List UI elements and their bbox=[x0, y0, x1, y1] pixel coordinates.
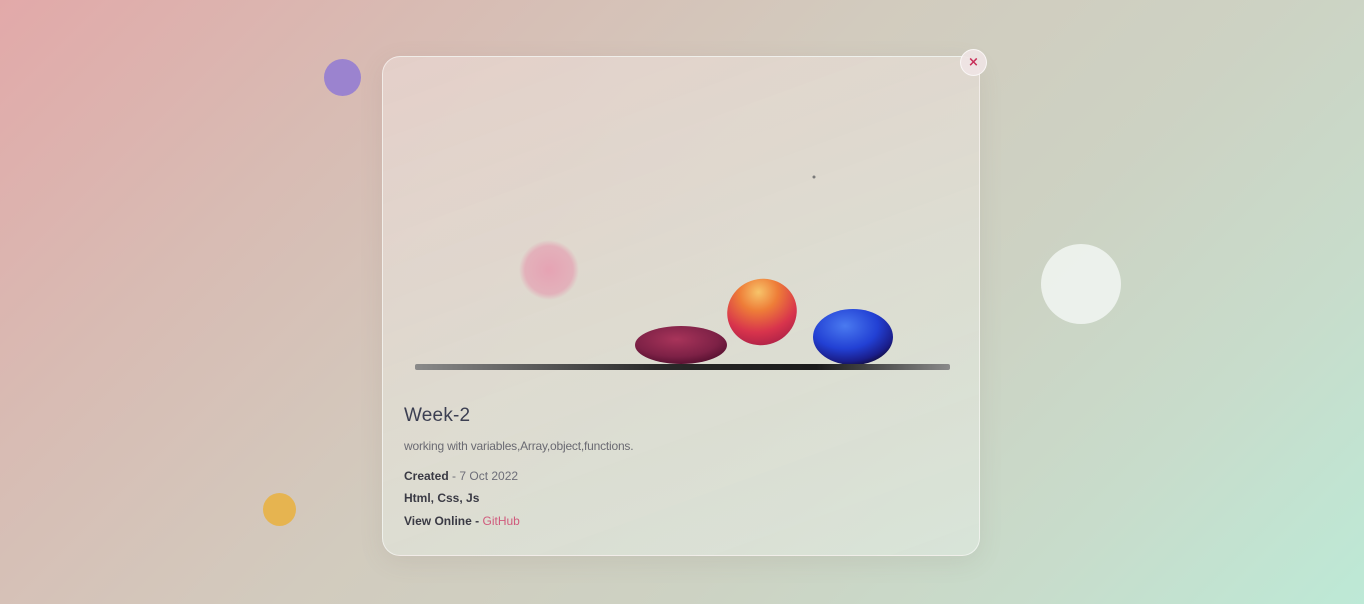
dot-particle bbox=[812, 175, 816, 179]
yellow-blob bbox=[263, 493, 296, 526]
close-button[interactable]: × bbox=[960, 49, 987, 76]
orange-ball bbox=[727, 278, 797, 346]
preview-canvas bbox=[415, 175, 950, 370]
view-online-line: View Online - GitHub bbox=[404, 514, 520, 528]
close-icon: × bbox=[968, 55, 979, 70]
created-separator: - bbox=[448, 469, 460, 483]
created-line: Created - 7 Oct 2022 bbox=[404, 469, 518, 483]
github-link[interactable]: GitHub bbox=[482, 514, 519, 528]
purple-blob bbox=[324, 59, 361, 96]
view-online-separator: - bbox=[471, 514, 483, 528]
project-description: working with variables,Array,object,func… bbox=[404, 439, 634, 453]
pink-ball bbox=[519, 240, 579, 300]
white-blob bbox=[1041, 244, 1121, 324]
project-preview bbox=[383, 57, 981, 397]
blue-ball bbox=[813, 309, 893, 365]
project-title: Week-2 bbox=[404, 405, 471, 426]
tech-stack: Html, Css, Js bbox=[404, 491, 480, 505]
project-modal: Week-2 working with variables,Array,obje… bbox=[382, 56, 980, 556]
view-online-label: View Online bbox=[404, 514, 472, 528]
floor-bar bbox=[415, 364, 950, 370]
flat-ball bbox=[635, 326, 727, 364]
created-date: 7 Oct 2022 bbox=[459, 469, 519, 483]
created-label: Created bbox=[404, 469, 449, 483]
